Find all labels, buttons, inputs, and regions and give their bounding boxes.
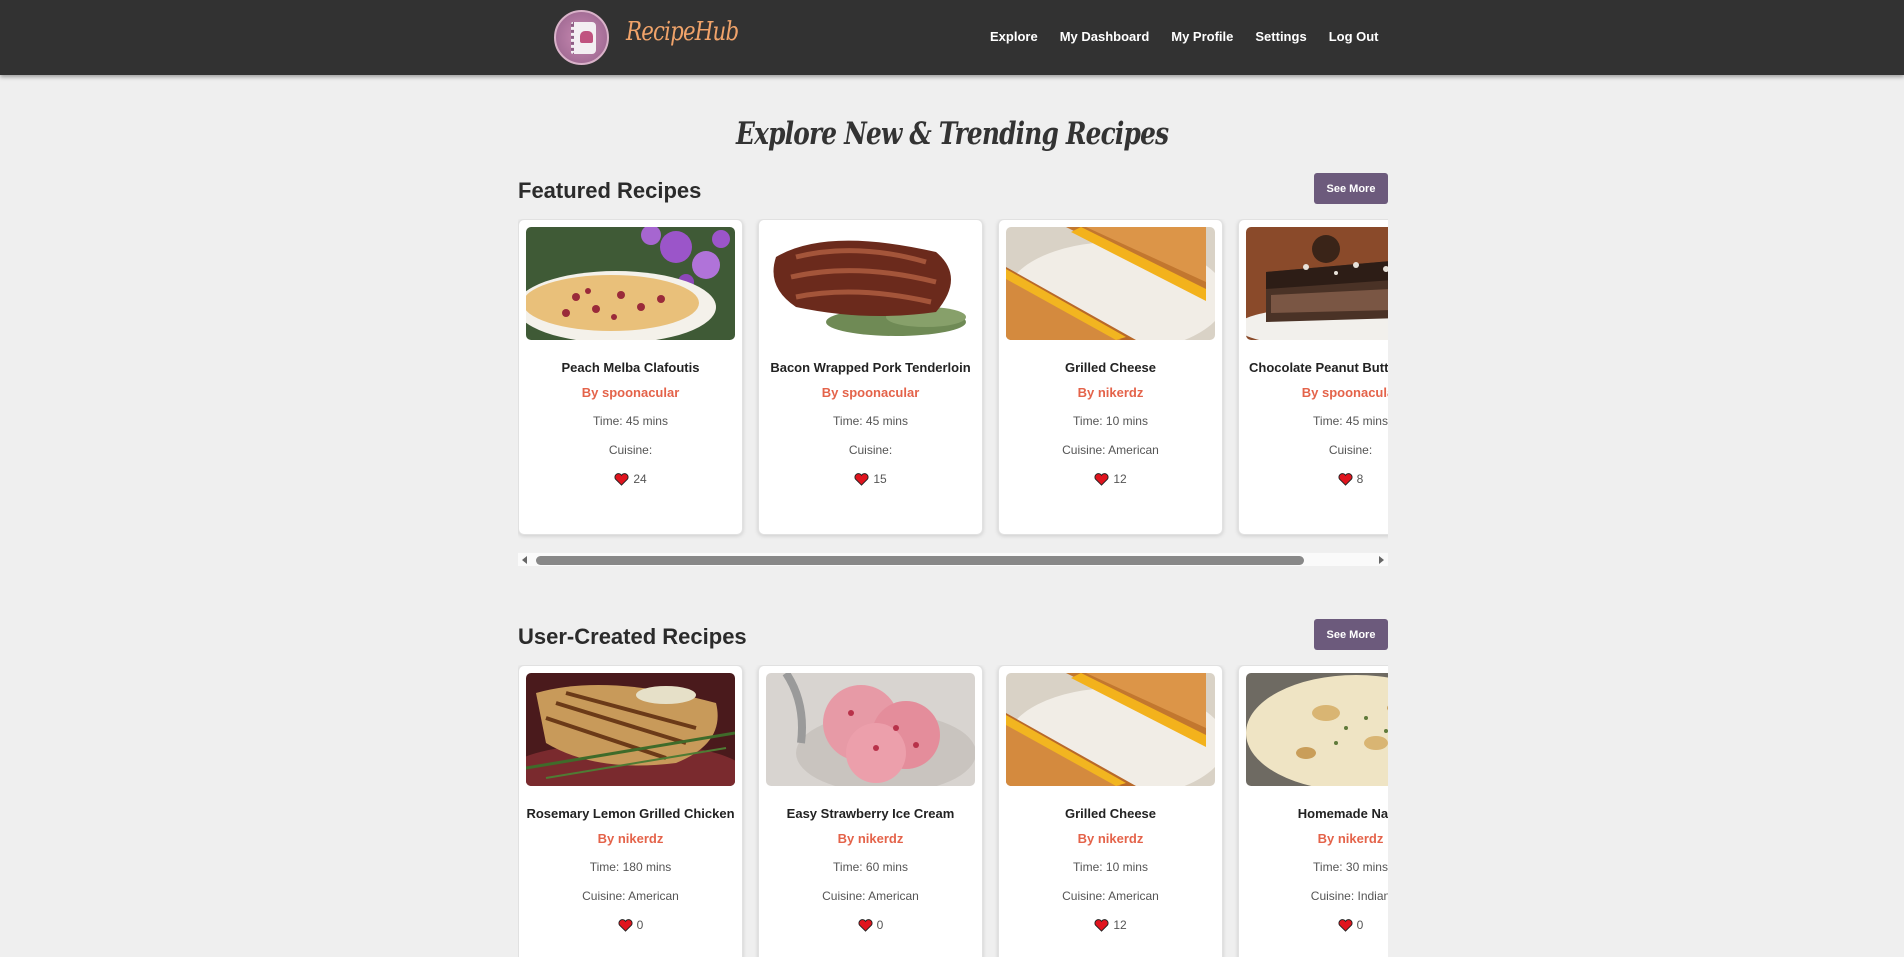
see-more-button[interactable]: See More [1314, 619, 1388, 650]
heart-icon[interactable] [854, 473, 869, 487]
nav-explore[interactable]: Explore [990, 29, 1038, 44]
section-title: Featured Recipes [518, 178, 702, 203]
recipe-author[interactable]: By spoonacular [1239, 385, 1388, 400]
top-navbar: RecipeHub Explore My Dashboard My Profil… [0, 0, 1904, 75]
recipe-likes: 0 [1239, 918, 1388, 933]
section-title: User-Created Recipes [518, 624, 747, 649]
recipe-cuisine: Cuisine: American [582, 889, 679, 903]
recipe-author[interactable]: By nikerdz [999, 831, 1222, 846]
recipe-author[interactable]: By nikerdz [1239, 831, 1388, 846]
heart-icon[interactable] [1338, 919, 1353, 933]
recipe-card[interactable]: Bacon Wrapped Pork Tenderloin By spoonac… [758, 219, 983, 535]
heart-icon[interactable] [858, 919, 873, 933]
nav-my-profile[interactable]: My Profile [1171, 29, 1233, 44]
recipe-time: Time: 60 mins [833, 860, 908, 874]
recipe-image[interactable] [1246, 227, 1388, 340]
recipe-time: Time: 45 mins [1313, 414, 1388, 428]
recipe-author[interactable]: By spoonacular [519, 385, 742, 400]
recipe-carousel[interactable]: Rosemary Lemon Grilled Chicken By nikerd… [518, 665, 1388, 957]
recipe-cuisine: Cuisine: American [822, 889, 919, 903]
recipe-card[interactable]: Rosemary Lemon Grilled Chicken By nikerd… [518, 665, 743, 957]
page-title-text: Explore New & Trending Recipes [735, 116, 1169, 152]
recipe-carousel[interactable]: Peach Melba Clafoutis By spoonacular Tim… [518, 219, 1388, 549]
featured-recipes-section: Featured Recipes See More Peach Melba Cl… [518, 173, 1388, 570]
likes-count: 8 [1356, 472, 1364, 486]
recipe-card[interactable]: Grilled Cheese By nikerdz Time: 10 mins … [998, 219, 1223, 535]
nav-log-out[interactable]: Log Out [1329, 29, 1379, 44]
likes-count: 0 [636, 918, 644, 932]
recipe-time: Time: 10 mins [1073, 860, 1148, 874]
recipe-image[interactable] [526, 227, 735, 340]
scroll-left-arrow-icon[interactable] [522, 556, 527, 564]
recipe-cuisine: Cuisine: American [1062, 889, 1159, 903]
likes-count: 15 [873, 472, 887, 486]
recipe-title[interactable]: Grilled Cheese [999, 804, 1222, 824]
recipe-title[interactable]: Rosemary Lemon Grilled Chicken [519, 804, 742, 824]
recipe-time: Time: 45 mins [593, 414, 668, 428]
carousel-scrollbar[interactable] [518, 552, 1388, 566]
recipe-time: Time: 30 mins [1313, 860, 1388, 874]
recipe-cuisine: Cuisine: [848, 443, 893, 457]
user-created-recipes-section: User-Created Recipes See More Rosemary L… [518, 619, 1388, 957]
recipe-title[interactable]: Chocolate Peanut Butter Dessert [1239, 358, 1388, 378]
recipe-likes: 24 [519, 472, 742, 487]
page-title: Explore New & Trending Recipes [0, 116, 1904, 152]
recipe-card[interactable]: Homemade Naan By nikerdz Time: 30 mins C… [1238, 665, 1388, 957]
recipe-author[interactable]: By spoonacular [759, 385, 982, 400]
recipe-author[interactable]: By nikerdz [759, 831, 982, 846]
recipe-time: Time: 180 mins [589, 860, 672, 874]
recipe-cuisine: Cuisine: Indian [1310, 889, 1388, 903]
likes-count: 24 [633, 472, 647, 486]
heart-icon[interactable] [1094, 473, 1109, 487]
likes-count: 12 [1113, 918, 1127, 932]
heart-icon[interactable] [618, 919, 633, 933]
heart-icon[interactable] [1094, 919, 1109, 933]
main-nav: Explore My Dashboard My Profile Settings… [990, 29, 1401, 44]
recipe-time: Time: 45 mins [833, 414, 908, 428]
recipe-image[interactable] [766, 227, 975, 340]
recipe-title[interactable]: Grilled Cheese [999, 358, 1222, 378]
recipe-title[interactable]: Homemade Naan [1239, 804, 1388, 824]
recipe-image[interactable] [766, 673, 975, 786]
recipe-author[interactable]: By nikerdz [519, 831, 742, 846]
recipe-card[interactable]: Grilled Cheese By nikerdz Time: 10 mins … [998, 665, 1223, 957]
recipe-cuisine: Cuisine: [608, 443, 653, 457]
see-more-button[interactable]: See More [1314, 173, 1388, 204]
recipe-likes: 0 [519, 918, 742, 933]
heart-icon[interactable] [614, 473, 629, 487]
recipe-likes: 15 [759, 472, 982, 487]
recipe-card[interactable]: Easy Strawberry Ice Cream By nikerdz Tim… [758, 665, 983, 957]
recipe-book-icon[interactable] [554, 10, 609, 65]
recipe-likes: 8 [1239, 472, 1388, 487]
heart-icon[interactable] [1338, 473, 1353, 487]
likes-count: 0 [1356, 918, 1364, 932]
recipe-title[interactable]: Bacon Wrapped Pork Tenderloin [759, 358, 982, 378]
recipe-title[interactable]: Peach Melba Clafoutis [519, 358, 742, 378]
recipe-image[interactable] [1246, 673, 1388, 786]
scrollbar-thumb[interactable] [536, 556, 1304, 565]
recipe-likes: 12 [999, 918, 1222, 933]
brand-name[interactable]: RecipeHub [626, 17, 739, 53]
recipe-image[interactable] [1006, 227, 1215, 340]
likes-count: 0 [876, 918, 884, 932]
recipe-card[interactable]: Chocolate Peanut Butter Dessert By spoon… [1238, 219, 1388, 535]
recipe-image[interactable] [526, 673, 735, 786]
recipe-cuisine: Cuisine: [1328, 443, 1373, 457]
recipe-author[interactable]: By nikerdz [999, 385, 1222, 400]
recipe-likes: 12 [999, 472, 1222, 487]
recipe-card[interactable]: Peach Melba Clafoutis By spoonacular Tim… [518, 219, 743, 535]
recipe-title[interactable]: Easy Strawberry Ice Cream [759, 804, 982, 824]
likes-count: 12 [1113, 472, 1127, 486]
scroll-right-arrow-icon[interactable] [1379, 556, 1384, 564]
recipe-likes: 0 [759, 918, 982, 933]
recipe-image[interactable] [1006, 673, 1215, 786]
recipe-cuisine: Cuisine: American [1062, 443, 1159, 457]
recipe-time: Time: 10 mins [1073, 414, 1148, 428]
nav-settings[interactable]: Settings [1255, 29, 1306, 44]
nav-my-dashboard[interactable]: My Dashboard [1060, 29, 1150, 44]
